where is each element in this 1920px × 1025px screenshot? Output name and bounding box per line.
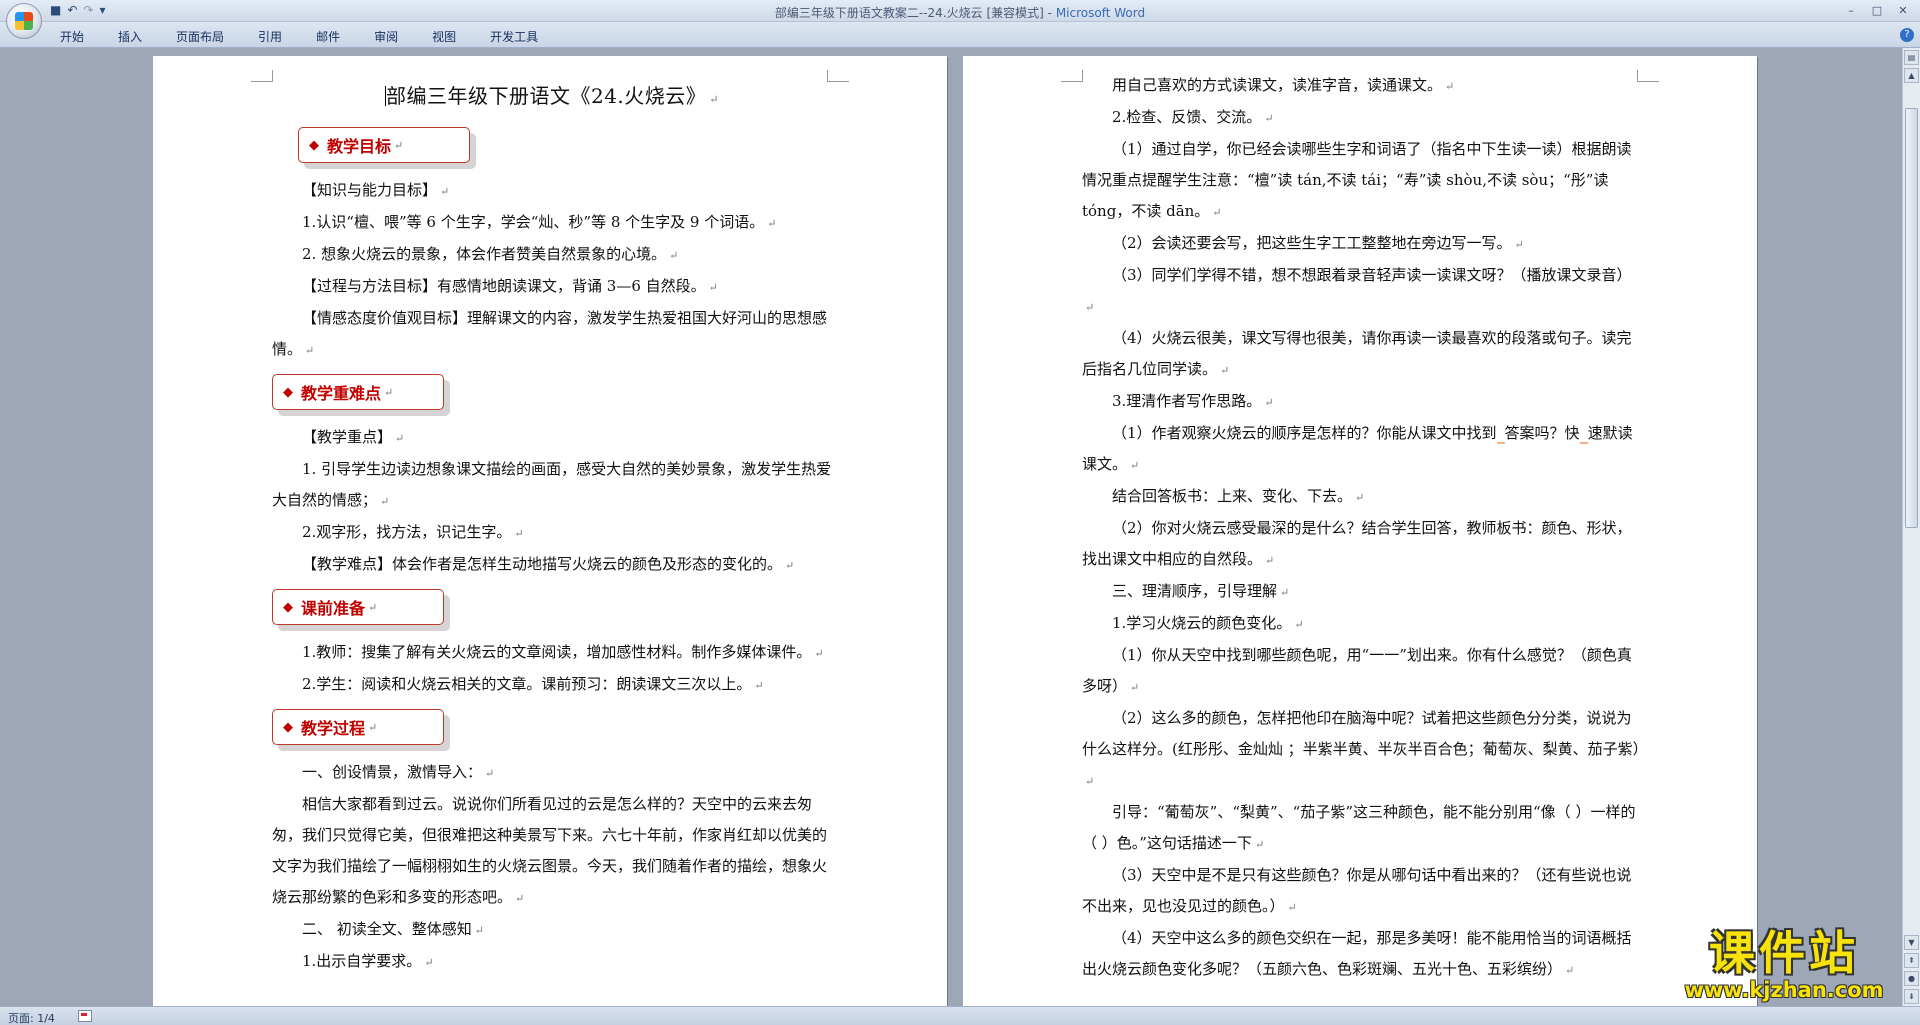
minimize-icon[interactable]: – (1838, 2, 1864, 19)
diamond-bullet-icon: ◆ (283, 599, 293, 615)
paragraph: 【知识与能力目标】 ↵ (302, 181, 450, 199)
tab-references[interactable]: 引用 (258, 28, 282, 45)
paragraph: （1）通过自学，你已经会读哪些生字和词语了（指名中下生读一读）根据朗读情况重点提… (1082, 140, 1632, 220)
vertical-scrollbar[interactable]: ▤ ▲ ▼ ⇞ ● ⇟ (1902, 48, 1920, 1006)
paragraph: 2. 想象火烧云的景象，体会作者赞美自然景象的心境。 ↵ (302, 245, 679, 263)
paragraph: 3.理清作者写作思路。 ↵ (1112, 392, 1274, 410)
select-browse-object-icon[interactable]: ● (1904, 971, 1919, 986)
document-workspace: 部编三年级下册语文《24.火烧云》 ↵ ◆ 教学目标 ↵ 【知识与能力目标】 ↵ 1.认… (0, 48, 1902, 1006)
tab-review[interactable]: 审阅 (374, 28, 398, 45)
scroll-down-icon[interactable]: ▼ (1904, 935, 1919, 950)
maximize-icon[interactable]: □ (1864, 2, 1890, 19)
tab-insert[interactable]: 插入 (118, 28, 142, 45)
window-controls: – □ ✕ (1838, 2, 1916, 19)
paragraph: （1）作者观察火烧云的顺序是怎样的？你能从课文中找到 答案吗？快 速默读课文。 ↵ (1082, 424, 1633, 473)
highlight-underline (1496, 424, 1505, 444)
paragraph: （3）天空中是不是只有这些颜色？你是从哪句话中看出来的？（还有些说也说不出来，见… (1082, 866, 1632, 915)
paragraph: 1. 引导学生边读边想象课文描绘的画面，感受大自然的美妙景象，激发学生热爱大自然… (272, 460, 832, 509)
paragraph: 1.学习火烧云的颜色变化。 ↵ (1112, 614, 1304, 632)
next-page-icon[interactable]: ⇟ (1904, 989, 1919, 1004)
proofing-icon[interactable] (78, 1010, 92, 1022)
page-1-content[interactable]: 部编三年级下册语文《24.火烧云》 ↵ ◆ 教学目标 ↵ 【知识与能力目标】 ↵ 1.认… (272, 72, 832, 978)
status-bar: 页面: 1/4 (0, 1006, 1920, 1025)
diamond-bullet-icon: ◆ (283, 384, 293, 400)
previous-page-icon[interactable]: ⇞ (1904, 953, 1919, 968)
ribbon: 开始 插入 页面布局 引用 邮件 审阅 视图 开发工具 ? (0, 22, 1920, 48)
help-icon[interactable]: ? (1900, 28, 1914, 42)
page-count[interactable]: 页面: 1/4 (8, 1010, 55, 1025)
close-icon[interactable]: ✕ (1890, 2, 1916, 19)
paragraph: 二、 初读全文、整体感知 ↵ (302, 920, 484, 938)
page-2[interactable]: 用自己喜欢的方式读课文，读准字音，读通课文。 ↵ 2.检查、反馈、交流。 ↵ （1）… (963, 56, 1757, 1006)
paragraph: （2）你对火烧云感受最深的是什么？结合学生回答，教师板书：颜色、形状，找出课文中… (1082, 519, 1632, 568)
paragraph: 2.检查、反馈、交流。 ↵ (1112, 108, 1274, 126)
paragraph: 1.出示自学要求。 ↵ (302, 952, 434, 970)
paragraph: 1.教师：搜集了解有关火烧云的文章阅读，增加感性材料。制作多媒体课件。 ↵ (302, 643, 824, 661)
paragraph: 一、创设情景，激情导入： ↵ (302, 763, 495, 781)
paragraph: 【过程与方法目标】有感情地朗读课文，背诵 3—6 自然段。 ↵ (302, 277, 718, 295)
tab-view[interactable]: 视图 (432, 28, 456, 45)
paragraph: （3）同学们学得不错，想不想跟着录音轻声读一读课文呀？（播放课文录音）↵ (1085, 266, 1632, 314)
diamond-bullet-icon: ◆ (309, 137, 319, 153)
paragraph: （4）火烧云很美，课文写得也很美，请你再读一读最喜欢的段落或句子。读完后指名几位… (1082, 329, 1632, 378)
heading-teaching-goals: ◆ 教学目标 ↵ (298, 127, 832, 169)
paragraph: （4）天空中这么多的颜色交织在一起，那是多美呀！能不能用恰当的词语概括出火烧云颜… (1082, 929, 1632, 978)
watermark-title: 课件站 (1709, 926, 1859, 980)
paragraph: （1）你从天空中找到哪些颜色呢，用“一一”划出来。你有什么感觉？（颜色真多呀） ↵ (1082, 646, 1632, 695)
app-name: Microsoft Word (1055, 6, 1146, 20)
paragraph: 相信大家都看到过云。说说你们所看见过的云是怎么样的？天空中的云来去匆匆，我们只觉… (272, 795, 828, 906)
document-name: 部编三年级下册语文教案二--24.火烧云 [兼容模式] (774, 6, 1044, 20)
tab-mailings[interactable]: 邮件 (316, 28, 340, 45)
heading-preparation: ◆ 课前准备 ↵ (272, 589, 832, 631)
page-2-content[interactable]: 用自己喜欢的方式读课文，读准字音，读通课文。 ↵ 2.检查、反馈、交流。 ↵ （1）… (1082, 70, 1648, 986)
paragraph: （2）这么多的颜色，怎样把他印在脑海中呢？试着把这些颜色分分类，说说为什么这样分… (1082, 709, 1648, 788)
highlight-underline (1579, 424, 1588, 444)
margin-corner-mark (251, 70, 273, 82)
paragraph: 1.认识“檀、喂”等 6 个生字，学会“灿、秒”等 8 个生字及 9 个词语。 ↵ (302, 213, 777, 231)
office-button[interactable] (6, 3, 42, 39)
tab-developer[interactable]: 开发工具 (490, 28, 538, 45)
scroll-thumb[interactable] (1905, 108, 1918, 528)
heading-process: ◆ 教学过程 ↵ (272, 709, 832, 751)
watermark-logo: 课件站 www.kjzhan.com (1668, 928, 1900, 1002)
paragraph: 【情感态度价值观目标】理解课文的内容，激发学生热爱祖国大好河山的思想感情。 ↵ (272, 309, 828, 358)
page-1[interactable]: 部编三年级下册语文《24.火烧云》 ↵ ◆ 教学目标 ↵ 【知识与能力目标】 ↵ 1.认… (153, 56, 947, 1006)
diamond-bullet-icon: ◆ (283, 719, 293, 735)
ruler-toggle-icon[interactable]: ▤ (1904, 50, 1919, 65)
paragraph: 引导：“葡萄灰”、“梨黄”、“茄子紫”这三种颜色，能不能分别用“像（ ）一样的（… (1082, 803, 1636, 852)
paragraph: 【教学重点】 ↵ (302, 428, 405, 446)
window-title: 部编三年级下册语文教案二--24.火烧云 [兼容模式] - Microsoft … (774, 6, 1146, 20)
scroll-up-icon[interactable]: ▲ (1904, 68, 1919, 83)
watermark-url: www.kjzhan.com (1684, 978, 1884, 1002)
ribbon-tabs: 开始 插入 页面布局 引用 邮件 审阅 视图 开发工具 (60, 28, 572, 45)
document-title: 部编三年级下册语文《24.火烧云》 ↵ (384, 84, 720, 108)
heading-key-points: ◆ 教学重难点 ↵ (272, 374, 832, 416)
paragraph: 用自己喜欢的方式读课文，读准字音，读通课文。 ↵ (1112, 76, 1455, 94)
paragraph: 【教学难点】体会作者是怎样生动地描写火烧云的颜色及形态的变化的。 ↵ (302, 555, 795, 573)
paragraph: 三、理清顺序，引导理解 ↵ (1112, 582, 1290, 600)
tab-home[interactable]: 开始 (60, 28, 84, 45)
paragraph: （2）会读还要会写，把这些生字工工整整地在旁边写一写。 ↵ (1112, 234, 1524, 252)
office-logo-icon (15, 12, 33, 30)
title-bar: ■ ↶ ↷ ▾ 部编三年级下册语文教案二--24.火烧云 [兼容模式] - Mi… (0, 0, 1920, 39)
paragraph: 2.观字形，找方法，识记生字。 ↵ (302, 523, 524, 541)
paragraph: 结合回答板书：上来、变化、下去。 ↵ (1112, 487, 1365, 505)
tab-page-layout[interactable]: 页面布局 (176, 28, 224, 45)
margin-corner-mark (1061, 70, 1083, 82)
paragraph: 2.学生：阅读和火烧云相关的文章。课前预习：朗读课文三次以上。 ↵ (302, 675, 764, 693)
